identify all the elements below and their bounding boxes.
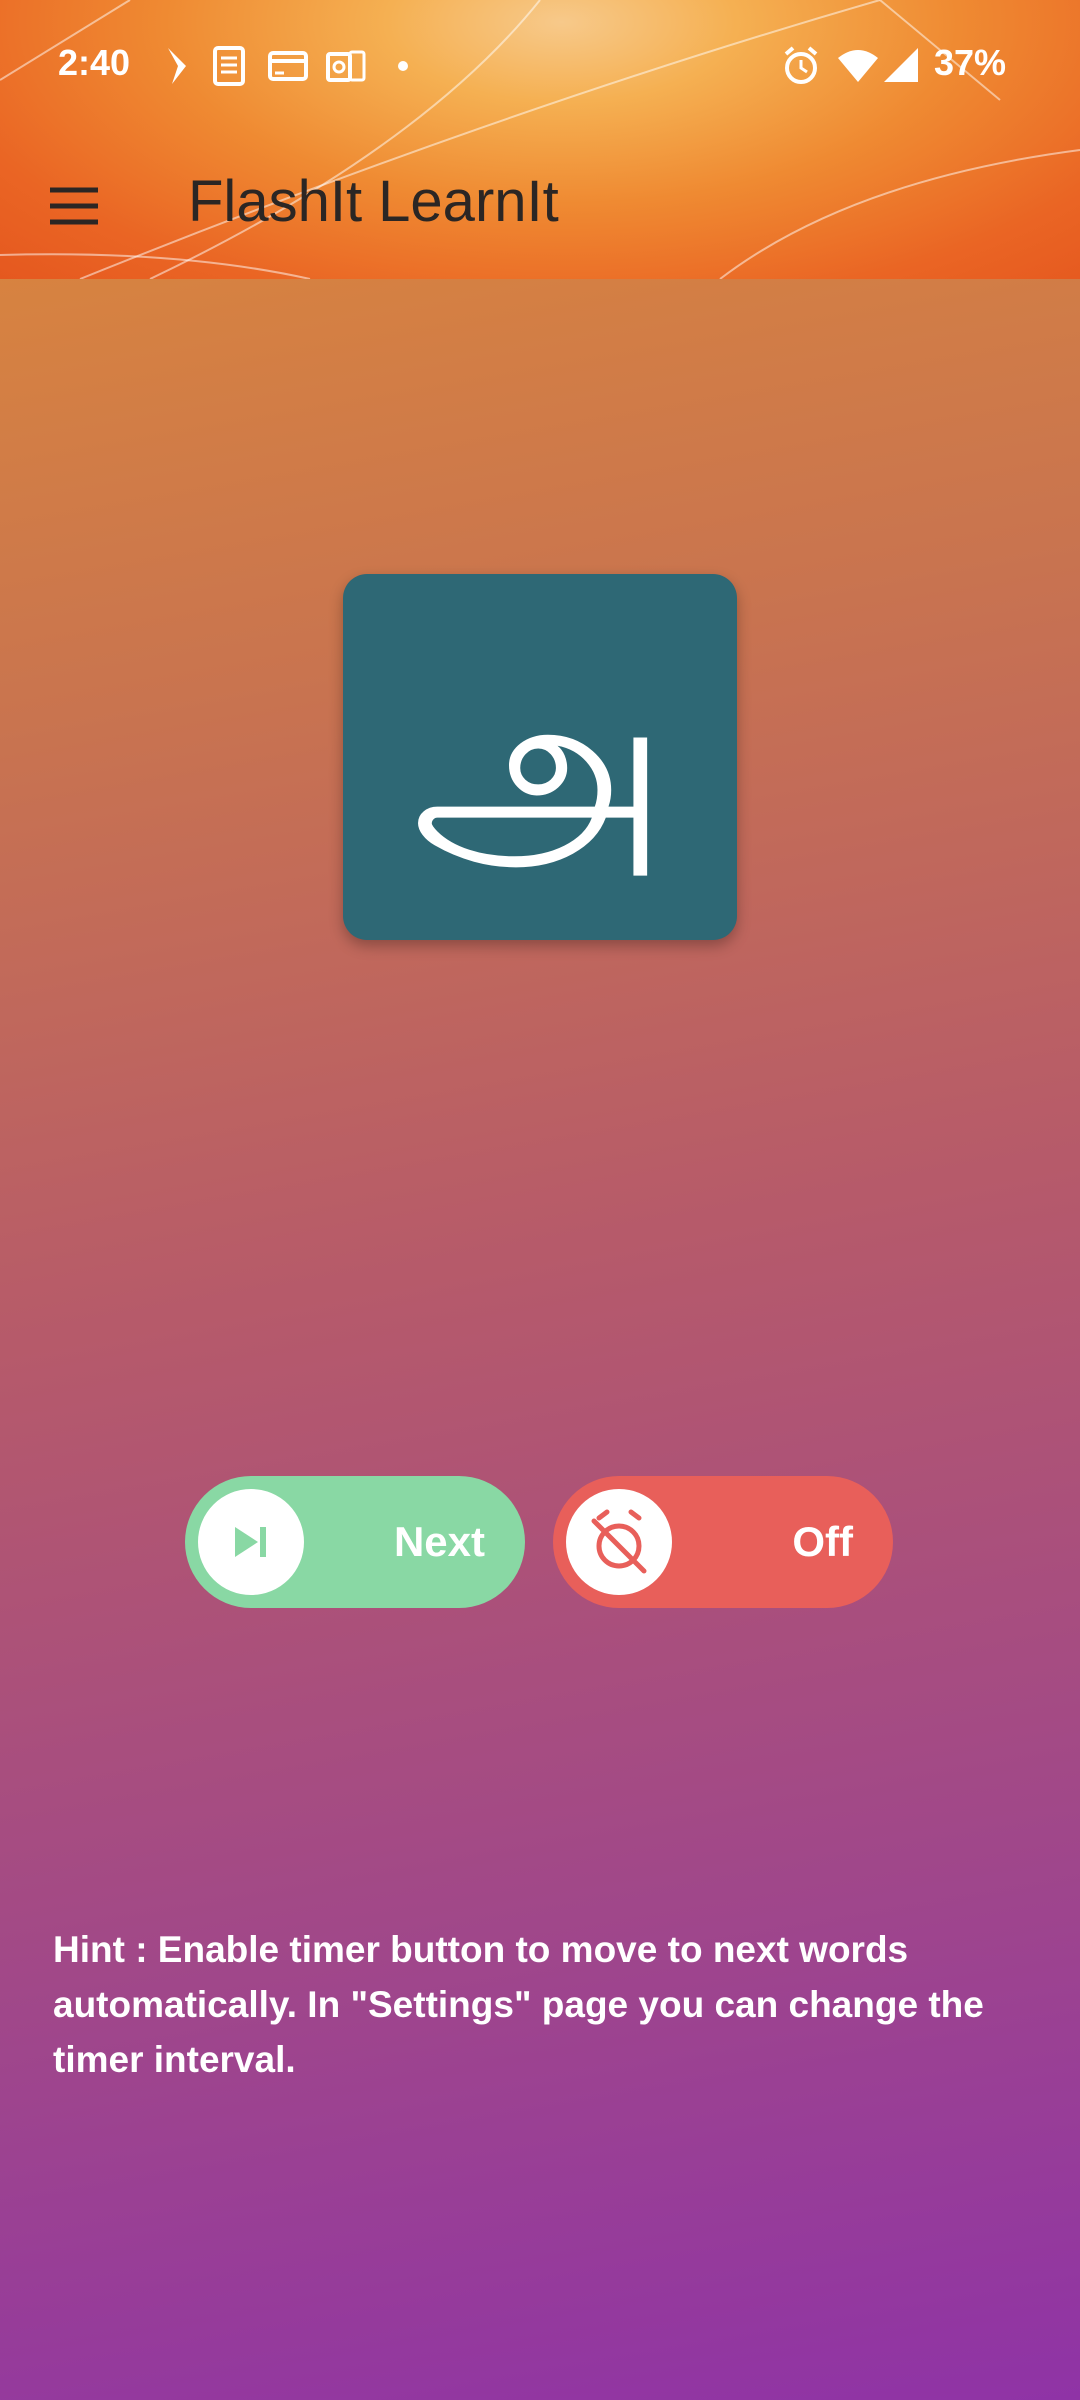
- wifi-icon: [838, 50, 878, 82]
- app-header: 2:40 37% FlashIt LearnIt: [0, 0, 1080, 279]
- signal-icon: [884, 48, 918, 82]
- flashcard[interactable]: அ: [343, 574, 737, 940]
- flashcard-character: அ: [412, 636, 668, 903]
- status-bar: 2:40 37%: [0, 0, 1080, 130]
- timer-toggle[interactable]: Off: [553, 1476, 893, 1608]
- next-button[interactable]: Next: [185, 1476, 525, 1608]
- next-label: Next: [393, 1518, 485, 1565]
- timer-off-icon: [591, 1509, 647, 1574]
- alarm-icon: [784, 46, 818, 84]
- battery-percentage: 37%: [933, 42, 1006, 83]
- skip-next-icon: [235, 1527, 266, 1557]
- card-icon: [268, 51, 308, 81]
- timer-label: Off: [792, 1518, 853, 1565]
- app-title: FlashIt LearnIt: [188, 169, 559, 234]
- status-time: 2:40: [58, 42, 131, 83]
- hint-text: Hint : Enable timer button to move to ne…: [53, 1929, 984, 2080]
- timer-knob: [566, 1489, 672, 1595]
- dot-icon: [398, 61, 408, 71]
- document-icon: [213, 46, 245, 86]
- outlook-icon: [326, 50, 366, 82]
- navigation-icon: [168, 48, 186, 84]
- hamburger-menu-icon[interactable]: [44, 176, 104, 236]
- next-knob: [198, 1489, 304, 1595]
- flashcard-character-text: அ: [412, 636, 668, 903]
